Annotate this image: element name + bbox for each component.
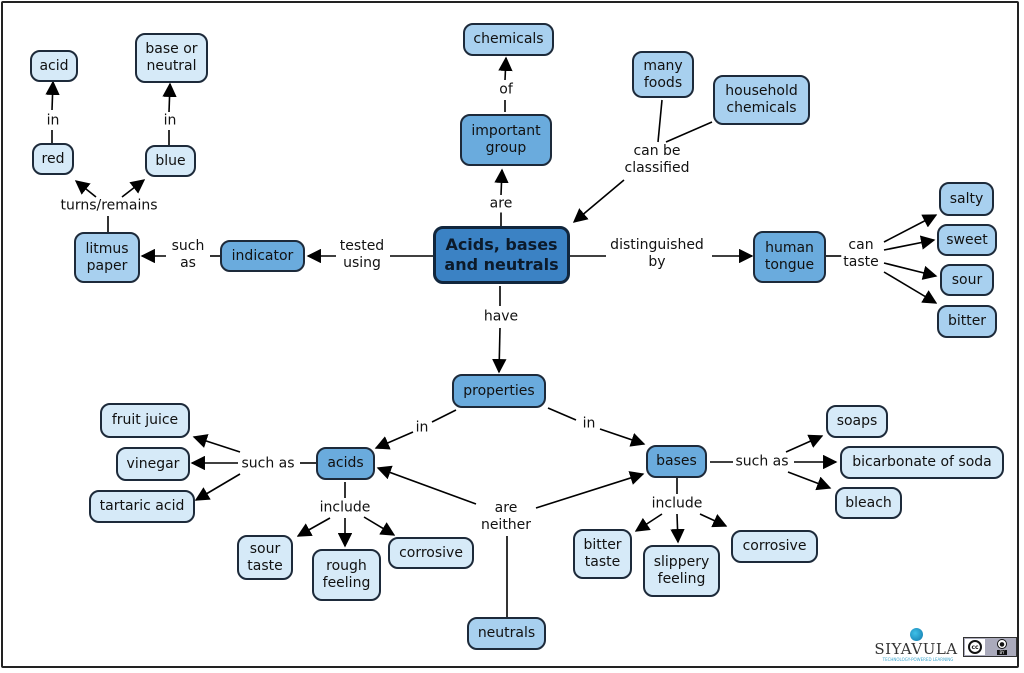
node-sweet[interactable]: sweet	[937, 224, 997, 256]
arrow-suchas-bleach	[787, 471, 832, 491]
arrow-include-sourtaste	[296, 517, 331, 537]
node-soaps[interactable]: soaps	[826, 405, 888, 438]
arrow-of-chemicals	[498, 56, 513, 81]
arrow-suchas-soaps	[785, 434, 824, 453]
arrow-taste-bitter	[883, 271, 938, 304]
link-label-are-neither: are neither	[478, 500, 534, 534]
license-by-label: BY	[996, 650, 1008, 655]
node-blue[interactable]: blue	[145, 145, 196, 177]
arrow-taste-sour	[883, 262, 938, 280]
node-sour-taste[interactable]: sour taste	[237, 535, 293, 580]
arrow-neither-acids	[376, 465, 477, 505]
node-base-or-neutral[interactable]: base or neutral	[135, 33, 208, 83]
arrow-in-acid	[45, 80, 60, 111]
node-red[interactable]: red	[32, 143, 74, 175]
node-tartaric-acid[interactable]: tartaric acid	[89, 490, 195, 523]
node-acids[interactable]: acids	[316, 447, 375, 480]
link-label-have: have	[481, 308, 521, 326]
connector-layer	[45, 56, 938, 617]
arrow-in-base	[162, 82, 177, 113]
node-properties[interactable]: properties	[452, 374, 546, 408]
node-litmus-paper[interactable]: litmus paper	[74, 232, 140, 283]
arrow-remains-blue	[121, 179, 146, 198]
node-slippery-feeling[interactable]: slippery feeling	[643, 545, 720, 597]
node-salty[interactable]: salty	[939, 182, 994, 216]
node-rough-feeling[interactable]: rough feeling	[312, 549, 381, 601]
link-label-in-bases: in	[580, 415, 598, 433]
siyavula-logo-text: SIYAVULA	[874, 640, 958, 658]
arrow-turns-red	[74, 180, 97, 198]
link-label-in-acids: in	[413, 419, 431, 437]
link-label-include-acids: include	[317, 499, 373, 517]
node-bases[interactable]: bases	[646, 445, 707, 478]
node-indicator[interactable]: indicator	[220, 240, 305, 272]
link-label-are: are	[487, 195, 515, 213]
node-chemicals[interactable]: chemicals	[463, 23, 554, 56]
arrow-suchas-fruitjuice	[192, 434, 241, 453]
node-corrosive-bases[interactable]: corrosive	[731, 530, 818, 563]
node-important-group[interactable]: important group	[460, 114, 552, 166]
link-label-such-as-acids: such as	[239, 455, 297, 473]
arrow-suchas-tartaric	[194, 473, 241, 501]
link-label-tested-using: tested using	[337, 238, 387, 272]
link-label-such-as-litmus: such as	[169, 238, 207, 272]
arrow-include-bittertaste	[634, 513, 663, 532]
arrow-include-corrosive-base	[699, 513, 728, 528]
siyavula-tagline: TECHNOLOGY-POWERED LEARNING	[882, 657, 954, 662]
arrow-include-slippery	[670, 513, 685, 544]
link-label-can-taste: can taste	[841, 237, 881, 271]
arrow-have-properties	[492, 327, 507, 374]
arrow-in-acids	[374, 431, 414, 450]
attribution-person-icon: ●	[997, 639, 1007, 649]
node-household-chemicals[interactable]: household chemicals	[713, 75, 810, 125]
node-fruit-juice[interactable]: fruit juice	[100, 403, 190, 438]
link-label-in-base: in	[161, 112, 179, 130]
arrow-taste-sweet	[883, 235, 936, 251]
node-bitter[interactable]: bitter	[937, 305, 997, 338]
connector-household	[665, 121, 713, 143]
cc-by-license-badge[interactable]: cc ● BY	[963, 637, 1017, 657]
node-human-tongue[interactable]: human tongue	[753, 231, 826, 283]
connector-manyfoods	[657, 99, 663, 143]
connector-properties-in-right	[547, 407, 577, 421]
node-corrosive-acids[interactable]: corrosive	[388, 537, 474, 569]
node-bleach[interactable]: bleach	[835, 487, 902, 519]
arrow-are-important-group	[494, 168, 509, 196]
node-vinegar[interactable]: vinegar	[116, 447, 190, 481]
node-bicarbonate-of-soda[interactable]: bicarbonate of soda	[840, 446, 1004, 479]
link-label-turns-remains: turns/remains	[58, 197, 160, 215]
node-neutrals[interactable]: neutrals	[467, 617, 546, 650]
node-acid[interactable]: acid	[30, 50, 78, 82]
node-acids-bases-neutrals[interactable]: Acids, bases and neutrals	[433, 226, 570, 284]
arrow-taste-salty	[883, 214, 938, 243]
siyavula-logo[interactable]: SIYAVULA TECHNOLOGY-POWERED LEARNING	[874, 626, 958, 664]
node-many-foods[interactable]: many foods	[632, 51, 694, 98]
node-bitter-taste[interactable]: bitter taste	[573, 529, 632, 579]
arrow-neither-bases	[535, 471, 645, 509]
arrow-in-bases	[599, 428, 646, 447]
connector-properties-in-left	[431, 409, 457, 423]
arrow-include-corrosive	[363, 516, 396, 536]
cc-icon: cc	[968, 640, 982, 654]
link-label-such-as-bases: such as	[733, 453, 791, 471]
link-label-in-acid: in	[44, 112, 62, 130]
node-sour[interactable]: sour	[940, 264, 994, 296]
link-label-include-bases: include	[649, 495, 705, 513]
link-label-of: of	[497, 81, 515, 99]
link-label-distinguished-by: distinguished by	[608, 237, 706, 271]
arrow-classified-main	[572, 179, 625, 223]
link-label-can-be-classified: can be classified	[622, 143, 692, 177]
